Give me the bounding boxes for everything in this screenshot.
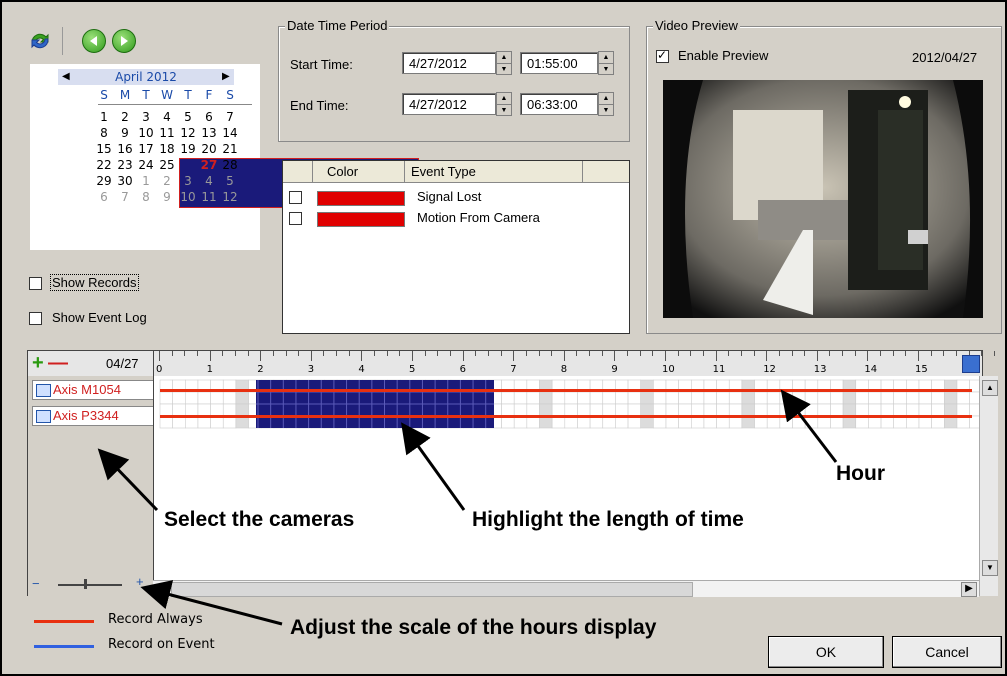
annotation-select-cameras: Select the cameras	[164, 508, 355, 531]
annotation-hour: Hour	[836, 462, 885, 485]
ok-button[interactable]: OK	[768, 636, 884, 668]
cancel-button[interactable]: Cancel	[892, 636, 1002, 668]
schedule-dialog: ◀ April 2012 ▶ SMTWTFS 1 2 3 4 5 6 7 8 9 10 11 12 13…	[0, 0, 1007, 676]
record-on-event-label: Record on Event	[108, 637, 215, 652]
record-always-swatch	[34, 620, 94, 623]
annotation-arrows	[97, 389, 838, 626]
annotation-adjust-scale: Adjust the scale of the hours display	[290, 616, 657, 639]
record-on-event-swatch	[34, 645, 94, 648]
record-always-label: Record Always	[108, 612, 203, 627]
annotation-highlight: Highlight the length of time	[472, 508, 744, 531]
